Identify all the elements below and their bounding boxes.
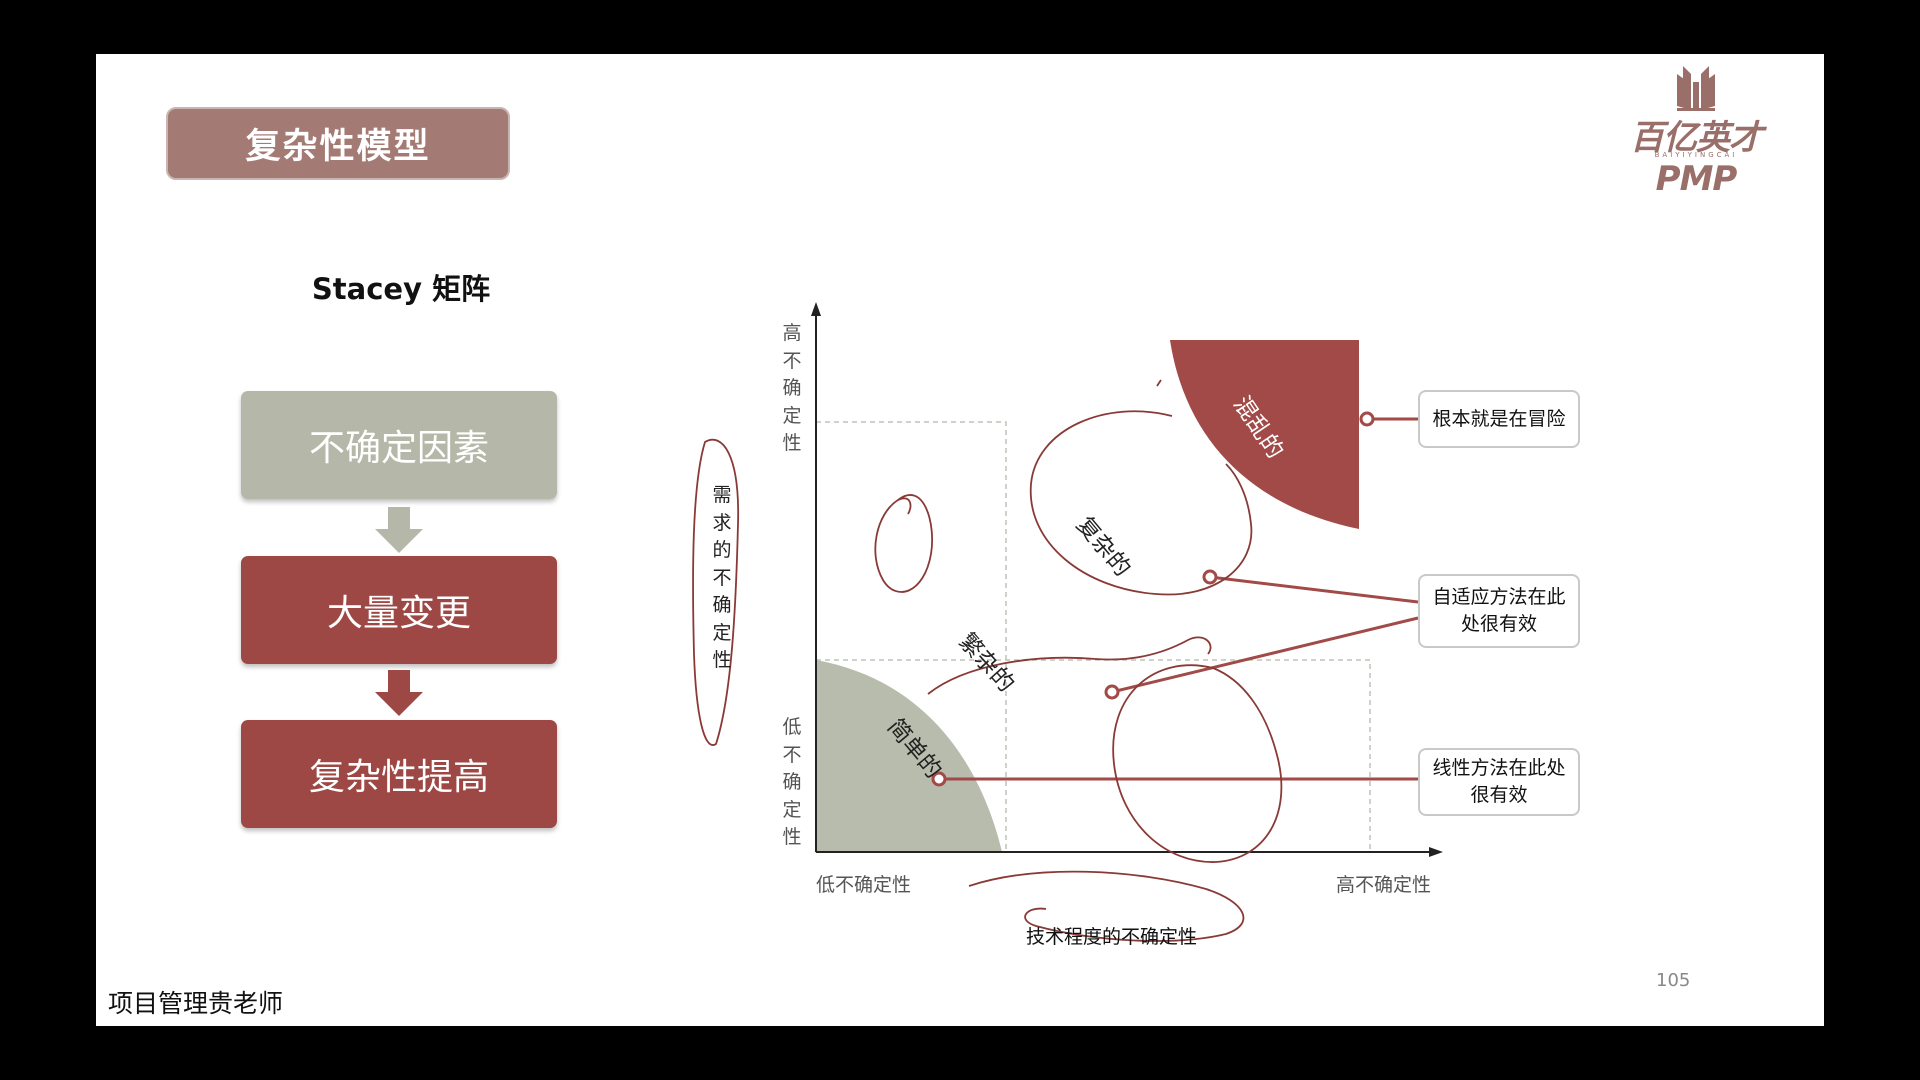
- y-axis-title: 需求的不确定性: [712, 484, 732, 671]
- callout-adaptive: 自适应方法在此处很有效: [1418, 574, 1580, 648]
- callout-linear: 线性方法在此处很有效: [1418, 748, 1580, 816]
- page-number: 105: [1656, 970, 1691, 991]
- y-axis-low-label: 低不确定性: [782, 716, 802, 848]
- stacey-matrix-diagram: [692, 302, 1443, 942]
- footer-author: 项目管理贵老师: [108, 989, 284, 1018]
- callout-risky: 根本就是在冒险: [1418, 390, 1580, 448]
- callout-anchor-2a: [1202, 569, 1218, 585]
- slide: 复杂性模型 百亿英才PMP BAIYIYINGCAI Stacey 矩阵 不确定…: [96, 54, 1824, 1026]
- callout-anchor-1: [1359, 411, 1375, 427]
- y-axis-high-label: 高不确定性: [782, 322, 802, 454]
- callout-leader-2b: [1111, 616, 1419, 694]
- x-axis-arrowhead: [1429, 847, 1443, 857]
- callout-leader-2a: [1209, 575, 1419, 604]
- x-axis-low-label: 低不确定性: [816, 874, 912, 896]
- x-axis-title: 技术程度的不确定性: [1026, 926, 1198, 948]
- handwritten-scribble-top-left: [874, 494, 933, 593]
- handwritten-tick: [1156, 379, 1162, 387]
- handwritten-circle-bottom-right: [1112, 664, 1283, 863]
- callout-anchor-2b: [1104, 684, 1120, 700]
- y-axis-arrowhead: [811, 302, 821, 316]
- x-axis-high-label: 高不确定性: [1336, 874, 1432, 896]
